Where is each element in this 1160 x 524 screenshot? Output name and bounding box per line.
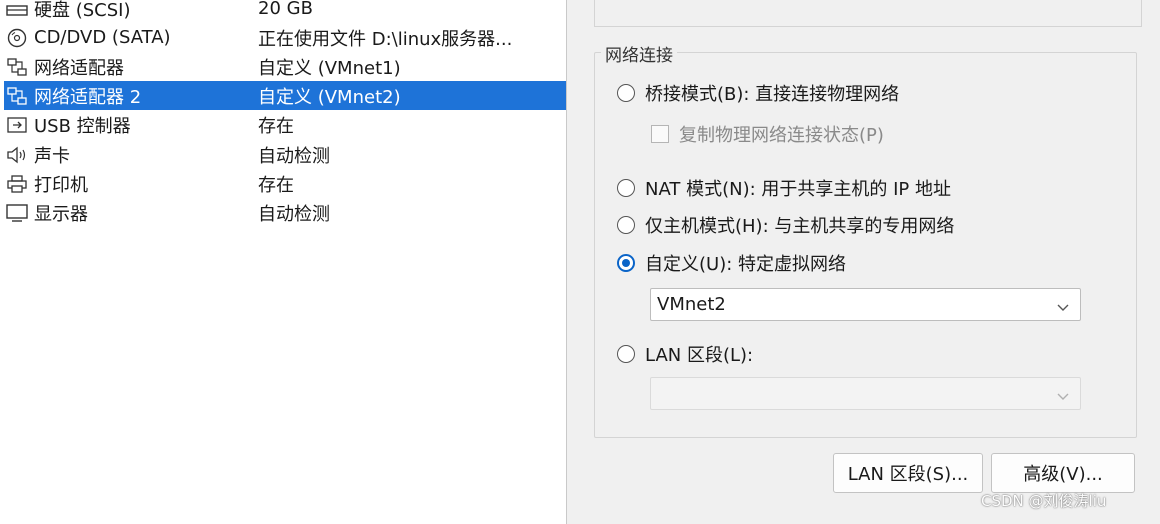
network-adapter-icon <box>4 56 30 78</box>
nat-radio[interactable]: NAT 模式(N): 用于共享主机的 IP 地址 <box>617 175 951 201</box>
lan-segments-button-label: LAN 区段(S)... <box>847 464 969 485</box>
device-name: 打印机 <box>34 174 88 196</box>
radio-indicator[interactable] <box>617 216 635 234</box>
bridged-radio[interactable]: 桥接模式(B): 直接连接物理网络 <box>617 80 899 106</box>
custom-label: 自定义(U): 特定虚拟网络 <box>645 254 847 275</box>
checkbox-indicator[interactable] <box>651 125 669 143</box>
host-only-radio[interactable]: 仅主机模式(H): 与主机共享的专用网络 <box>617 212 954 238</box>
device-row-printer[interactable]: 打印机 存在 <box>4 169 566 198</box>
radio-indicator[interactable] <box>617 254 635 272</box>
radio-indicator[interactable] <box>617 345 635 363</box>
lan-segment-radio[interactable]: LAN 区段(L): <box>617 341 753 367</box>
device-summary: 自定义 (VMnet1) <box>258 57 401 79</box>
custom-network-value: VMnet2 <box>657 294 726 315</box>
group-title: 网络连接 <box>601 41 677 66</box>
chevron-down-icon <box>1056 298 1070 319</box>
printer-icon <box>4 173 30 195</box>
chevron-down-icon <box>1056 387 1070 408</box>
device-row-hard-disk[interactable]: 硬盘 (SCSI) 20 GB <box>4 0 566 23</box>
watermark: CSDN @刘俊涛liu <box>981 492 1107 510</box>
device-summary: 自动检测 <box>258 203 330 225</box>
device-row-network-adapter[interactable]: 网络适配器 自定义 (VMnet1) <box>4 52 566 81</box>
device-row-sound-card[interactable]: 声卡 自动检测 <box>4 140 566 169</box>
custom-network-select[interactable]: VMnet2 <box>650 288 1081 321</box>
device-summary: 自动检测 <box>258 145 330 167</box>
replicate-state-label: 复制物理网络连接状态(P) <box>679 125 884 146</box>
device-summary: 正在使用文件 D:\linux服务器... <box>258 28 513 50</box>
monitor-icon <box>4 202 30 224</box>
host-only-label: 仅主机模式(H): 与主机共享的专用网络 <box>645 216 955 237</box>
bridged-label: 桥接模式(B): 直接连接物理网络 <box>645 84 900 105</box>
device-summary: 自定义 (VMnet2) <box>258 86 401 108</box>
radio-indicator[interactable] <box>617 179 635 197</box>
device-list: 硬盘 (SCSI) 20 GB CD/DVD (SATA) 正在使用文件 D:\… <box>0 0 567 524</box>
device-name: CD/DVD (SATA) <box>34 27 171 48</box>
device-row-usb[interactable]: USB 控制器 存在 <box>4 110 566 139</box>
radio-indicator[interactable] <box>617 84 635 102</box>
lan-segments-button[interactable]: LAN 区段(S)... <box>833 453 983 493</box>
replicate-state-checkbox[interactable]: 复制物理网络连接状态(P) <box>651 121 884 147</box>
device-name: 硬盘 (SCSI) <box>34 0 131 21</box>
device-name: 声卡 <box>34 145 70 167</box>
advanced-button-label: 高级(V)... <box>1023 464 1103 485</box>
device-name: 网络适配器 2 <box>34 86 142 108</box>
device-name: 网络适配器 <box>34 57 124 79</box>
device-name: 显示器 <box>34 203 88 225</box>
device-summary: 20 GB <box>258 0 313 19</box>
network-adapter-icon <box>4 85 30 107</box>
advanced-button[interactable]: 高级(V)... <box>991 453 1135 493</box>
device-status-box <box>594 0 1142 27</box>
device-summary: 存在 <box>258 174 294 196</box>
settings-panel: 网络连接 桥接模式(B): 直接连接物理网络 复制物理网络连接状态(P) NAT… <box>567 0 1160 524</box>
device-row-monitor[interactable]: 显示器 自动检测 <box>4 198 566 227</box>
custom-radio[interactable]: 自定义(U): 特定虚拟网络 <box>617 250 846 276</box>
device-summary: 存在 <box>258 115 294 137</box>
lan-segment-select[interactable] <box>650 377 1081 410</box>
cd-dvd-icon <box>4 27 30 49</box>
device-row-network-adapter-2[interactable]: 网络适配器 2 自定义 (VMnet2) <box>4 81 566 110</box>
nat-label: NAT 模式(N): 用于共享主机的 IP 地址 <box>645 179 951 200</box>
device-row-cd-dvd[interactable]: CD/DVD (SATA) 正在使用文件 D:\linux服务器... <box>4 23 566 52</box>
device-name: USB 控制器 <box>34 115 131 137</box>
usb-icon <box>4 114 30 136</box>
hard-disk-icon <box>4 0 30 20</box>
speaker-icon <box>4 144 30 166</box>
lan-segment-label: LAN 区段(L): <box>645 345 754 366</box>
